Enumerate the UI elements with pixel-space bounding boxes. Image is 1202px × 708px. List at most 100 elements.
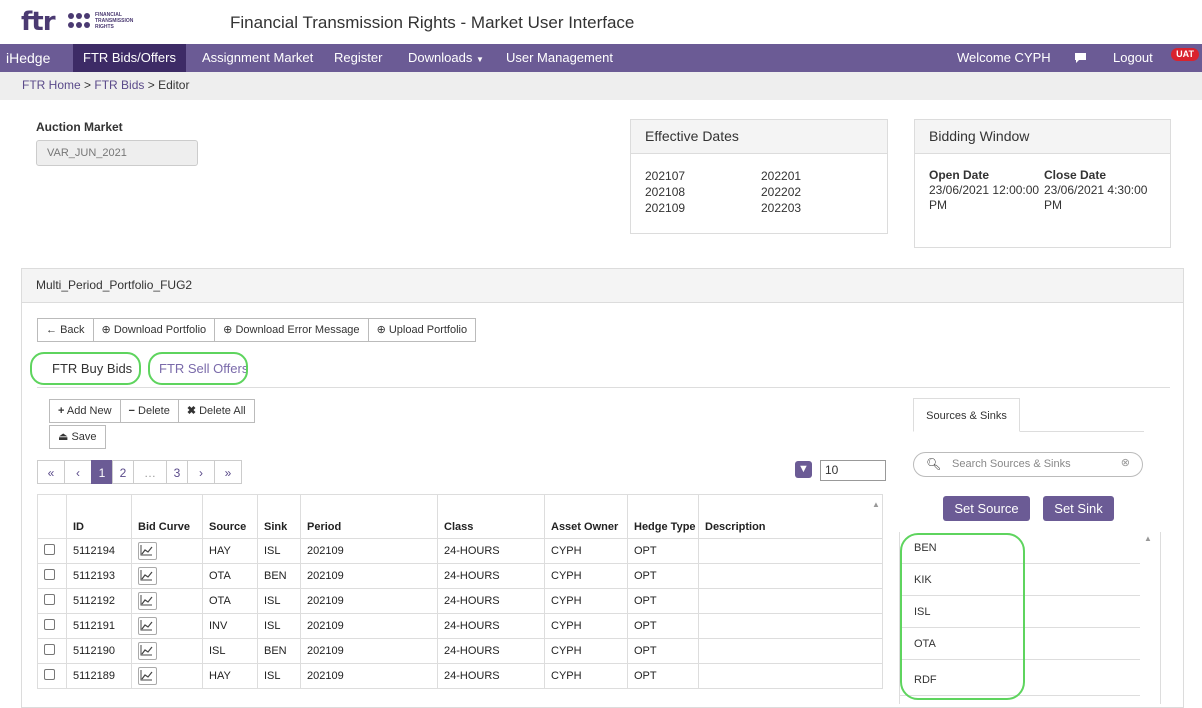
cell-period: 202109 [300,663,438,689]
cell-period: 202109 [300,563,438,589]
page-1[interactable]: 1 [91,460,113,484]
scroll-up-icon[interactable]: ▲ [872,500,880,509]
table-row[interactable]: 5112190 ISL BEN 202109 24-HOURS CYPH OPT [37,638,883,664]
row-checkbox[interactable] [44,644,55,655]
download-icon: ⊕ [101,324,111,336]
cell-id: 5112193 [66,563,132,589]
bid-curve-icon[interactable] [138,542,157,560]
nav-brand-ihedge[interactable]: iHedge [6,44,50,72]
cell-description[interactable] [698,613,883,639]
cell-description[interactable] [698,538,883,564]
page-2[interactable]: 2 [112,460,134,484]
cell-period: 202109 [300,613,438,639]
search-sources-sinks[interactable]: 🔍︎ Search Sources & Sinks ⊗ [913,452,1143,477]
effective-dates-col2: 202201 202202 202203 [761,169,802,215]
table-row[interactable]: 5112191 INV ISL 202109 24-HOURS CYPH OPT [37,613,883,639]
cell-sink: BEN [257,638,301,664]
app-header: ftr FINANCIAL TRANSMISSION RIGHTS Financia… [0,0,1202,44]
table-row[interactable]: 5112193 OTA BEN 202109 24-HOURS CYPH OPT [37,563,883,589]
save-button[interactable]: ⏏ Save [50,426,105,448]
page-3[interactable]: 3 [166,460,188,484]
row-checkbox[interactable] [44,669,55,680]
back-button[interactable]: ← Back [38,319,94,341]
col-header-sink[interactable]: Sink [257,494,301,539]
cell-id: 5112189 [66,663,132,689]
page-first[interactable]: « [37,460,65,484]
delete-all-button[interactable]: ✖ Delete All [179,400,254,422]
upload-icon: ⊕ [376,324,386,336]
bid-curve-icon[interactable] [138,592,157,610]
row-checkbox[interactable] [44,619,55,630]
tab-divider [37,387,1170,388]
filter-icon[interactable]: ▼ [795,461,812,478]
nav-downloads[interactable]: Downloads ▼ [408,44,484,72]
page-prev[interactable]: ‹ [64,460,92,484]
cell-source: HAY [202,663,258,689]
table-row[interactable]: 5112192 OTA ISL 202109 24-HOURS CYPH OPT [37,588,883,614]
logout-link[interactable]: Logout [1113,44,1153,72]
col-header-period[interactable]: Period [300,494,438,539]
tab-divider [1020,431,1144,432]
nav-user-management[interactable]: User Management [506,44,613,72]
logo-subtitle: FINANCIAL TRANSMISSION RIGHTS [95,12,134,30]
cell-class: 24-HOURS [437,638,545,664]
page-last[interactable]: » [214,460,242,484]
effective-dates-title: Effective Dates [631,120,887,154]
bid-curve-icon[interactable] [138,642,157,660]
cell-description[interactable] [698,588,883,614]
download-error-button[interactable]: ⊕ Download Error Message [215,319,369,341]
cell-id: 5112194 [66,538,132,564]
nav-register[interactable]: Register [334,44,382,72]
nav-assignment-market[interactable]: Assignment Market [202,44,313,72]
x-icon: ✖ [186,405,197,417]
table-row[interactable]: 5112194 HAY ISL 202109 24-HOURS CYPH OPT [37,538,883,564]
cell-hedge: OPT [627,563,699,589]
delete-button[interactable]: − Delete [121,400,179,422]
cell-hedge: OPT [627,663,699,689]
set-sink-button[interactable]: Set Sink [1043,496,1114,521]
nav-downloads-label: Downloads [408,50,473,65]
row-checkbox[interactable] [44,569,55,580]
page-size-input[interactable]: 10 [820,460,886,481]
col-header-asset-owner[interactable]: Asset Owner [544,494,628,539]
upload-portfolio-button[interactable]: ⊕ Upload Portfolio [369,319,476,341]
col-header-hedge-type[interactable]: Hedge Type [627,494,699,539]
cell-id: 5112191 [66,613,132,639]
chat-icon[interactable] [1074,44,1087,72]
download-portfolio-button[interactable]: ⊕ Download Portfolio [94,319,216,341]
portfolio-toolbar: ← Back ⊕ Download Portfolio ⊕ Download E… [37,318,477,342]
bid-curve-icon[interactable] [138,567,157,585]
scroll-up-icon[interactable]: ▲ [1144,534,1152,543]
add-new-button[interactable]: + Add New [50,400,121,422]
welcome-user[interactable]: Welcome CYPH [957,44,1051,72]
bid-curve-icon[interactable] [138,617,157,635]
tab-sources-sinks[interactable]: Sources & Sinks [913,398,1020,432]
breadcrumb-ftr-bids[interactable]: FTR Bids [94,78,144,92]
clear-icon[interactable]: ⊗ [1121,456,1130,469]
row-checkbox[interactable] [44,594,55,605]
cell-description[interactable] [698,563,883,589]
cell-description[interactable] [698,638,883,664]
logo-dots-icon [68,13,92,31]
col-header-id[interactable]: ID [66,494,132,539]
bid-curve-icon[interactable] [138,667,157,685]
effective-dates-panel: Effective Dates 202107 202108 202109 20220… [630,119,888,234]
col-header-source[interactable]: Source [202,494,258,539]
col-header-bid-curve[interactable]: Bid Curve [131,494,203,539]
table-row[interactable]: 5112189 HAY ISL 202109 24-HOURS CYPH OPT [37,663,883,689]
save-group: ⏏ Save [49,425,106,449]
cell-hedge: OPT [627,638,699,664]
page-next[interactable]: › [187,460,215,484]
row-checkbox[interactable] [44,544,55,555]
nav-ftr-bids-offers[interactable]: FTR Bids/Offers [73,44,186,72]
cell-owner: CYPH [544,538,628,564]
grid-actions: + Add New − Delete ✖ Delete All [49,399,255,423]
breadcrumb-home[interactable]: FTR Home [22,78,81,92]
cell-description[interactable] [698,663,883,689]
breadcrumb-sep: > [147,78,155,92]
uat-badge: UAT [1171,48,1199,61]
set-source-button[interactable]: Set Source [943,496,1030,521]
col-header-description[interactable]: Description [698,494,883,539]
col-header-class[interactable]: Class [437,494,545,539]
highlight-ring [30,352,141,385]
